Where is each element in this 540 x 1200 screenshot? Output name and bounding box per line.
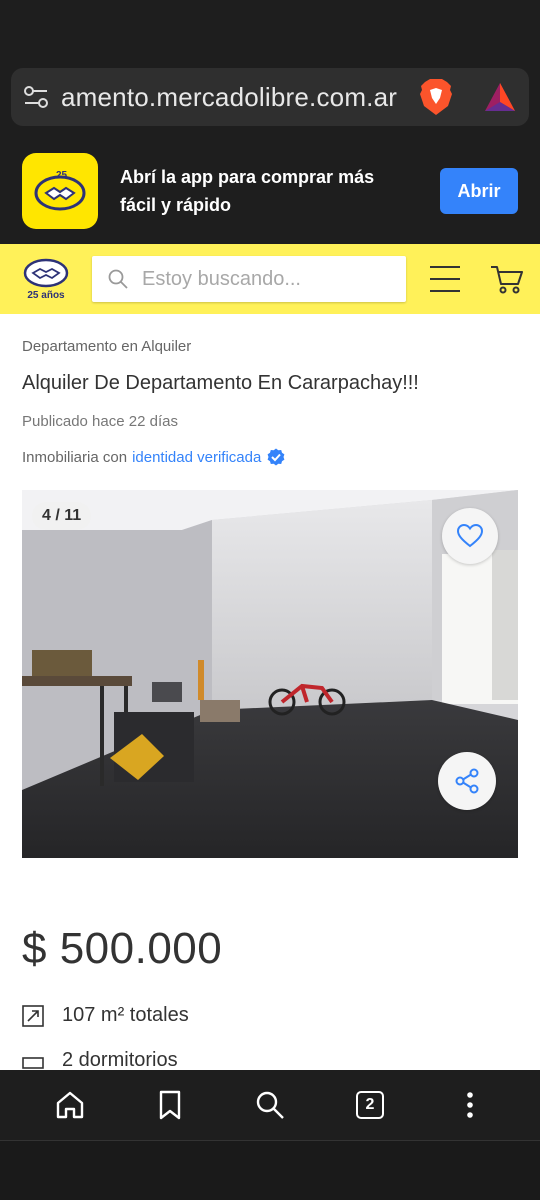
handshake-logo-icon	[23, 258, 69, 287]
listing-content: Departamento en Alquiler Alquiler De Dep…	[0, 314, 540, 1070]
tabs-count: 2	[356, 1091, 384, 1119]
open-app-button[interactable]: Abrir	[440, 168, 518, 214]
cart-icon[interactable]	[490, 264, 524, 294]
system-nav-area	[0, 1140, 540, 1200]
browser-toolbar: amento.mercadolibre.com.ar	[0, 60, 540, 138]
home-icon	[56, 1091, 84, 1119]
site-settings-icon[interactable]	[23, 84, 49, 110]
brave-shield-icon[interactable]	[419, 78, 453, 116]
published-date: Publicado hace 22 días	[22, 413, 178, 430]
listing-photo[interactable]: 4 / 11	[22, 490, 518, 858]
more-vertical-icon	[467, 1092, 473, 1118]
app-download-banner: 25 Abrí la app para comprar más fácil y …	[0, 138, 540, 244]
listing-price: $ 500.000	[22, 924, 223, 973]
share-icon	[455, 768, 479, 794]
hamburger-menu-icon[interactable]	[430, 266, 460, 292]
heart-icon	[457, 524, 483, 548]
bed-icon	[22, 1056, 44, 1069]
home-button[interactable]	[50, 1085, 90, 1125]
address-bar[interactable]: amento.mercadolibre.com.ar	[11, 68, 529, 126]
site-header: 25 años Estoy buscando...	[0, 244, 540, 314]
verified-badge-icon	[267, 448, 285, 466]
site-logo[interactable]: 25 años	[22, 258, 70, 301]
listing-title: Alquiler De Departamento En Cararpachay!…	[22, 372, 419, 394]
status-bar	[0, 0, 540, 60]
attribute-bedrooms: 2 dormitorios	[22, 1049, 518, 1070]
search-placeholder: Estoy buscando...	[142, 267, 301, 290]
app-banner-text: Abrí la app para comprar más fácil y ráp…	[120, 167, 375, 215]
search-input[interactable]: Estoy buscando...	[92, 256, 406, 302]
bookmark-icon	[159, 1090, 181, 1120]
svg-text:25: 25	[56, 170, 68, 181]
mercadolibre-app-logo: 25	[22, 153, 98, 229]
area-icon	[22, 1004, 44, 1027]
share-button[interactable]	[438, 752, 496, 810]
more-menu-button[interactable]	[450, 1085, 490, 1125]
url-text[interactable]: amento.mercadolibre.com.ar	[61, 82, 407, 113]
breadcrumb[interactable]: Departamento en Alquiler	[22, 314, 518, 355]
bookmark-button[interactable]	[150, 1085, 190, 1125]
photo-counter: 4 / 11	[32, 502, 92, 530]
seller-info: Inmobiliaria con identidad verificada	[22, 448, 518, 466]
seller-prefix: Inmobiliaria con	[22, 448, 128, 466]
tabs-button[interactable]: 2	[350, 1085, 390, 1125]
rewards-triangle-icon[interactable]	[483, 80, 517, 114]
verified-identity-link[interactable]: identidad verificada	[132, 449, 261, 466]
attribute-area: 107 m² totales	[22, 1004, 518, 1027]
browser-bottom-bar: 2	[0, 1070, 540, 1140]
attribute-area-label: 107 m² totales	[62, 1004, 189, 1026]
search-button[interactable]	[250, 1085, 290, 1125]
attribute-bedrooms-label: 2 dormitorios	[62, 1049, 178, 1070]
search-icon	[108, 269, 128, 289]
search-icon	[256, 1091, 284, 1119]
favorite-button[interactable]	[442, 508, 498, 564]
anniversary-label: 25 años	[27, 289, 65, 301]
